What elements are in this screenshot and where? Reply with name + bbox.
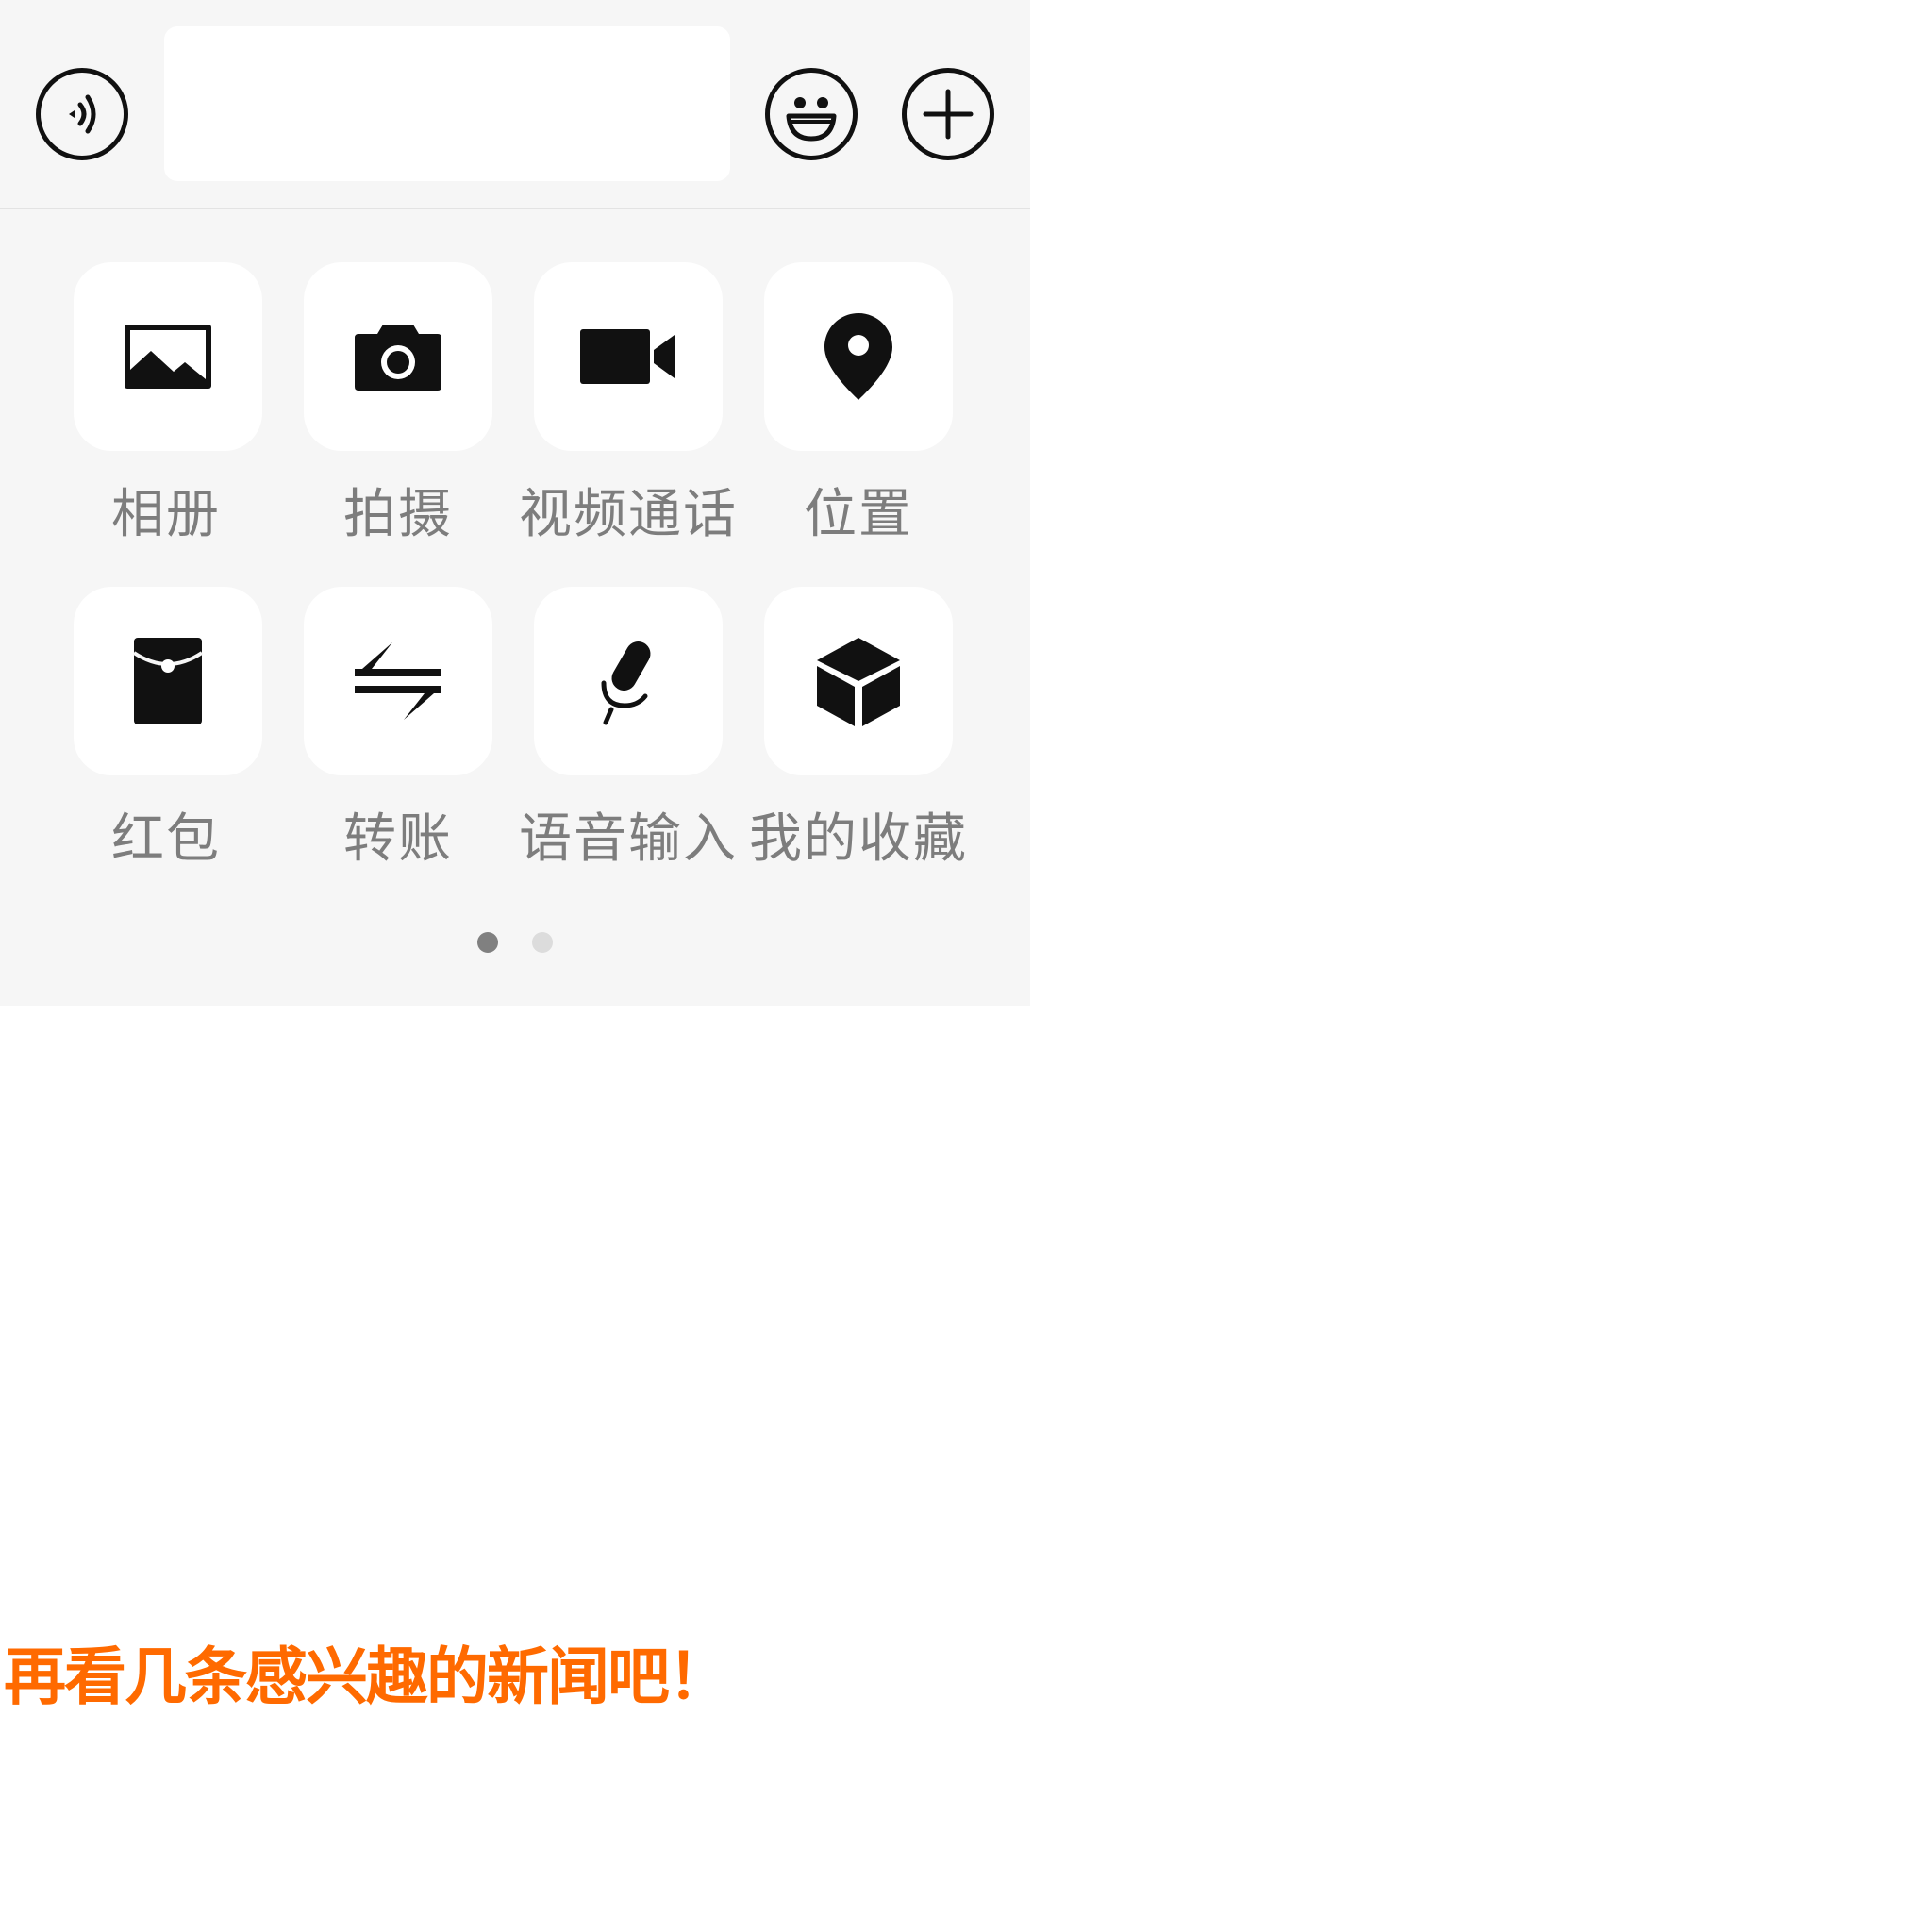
news-prompt-heading: 再看几条感兴趣的新闻吧！	[4, 1641, 730, 1713]
favorites-tile[interactable]	[764, 587, 953, 775]
voice-wave-icon	[69, 94, 96, 134]
transfer-tile[interactable]	[304, 587, 492, 775]
red-packet-icon	[132, 638, 204, 724]
red-packet-tile[interactable]	[74, 587, 262, 775]
cube-icon	[817, 638, 900, 726]
plus-icon	[923, 89, 974, 140]
more-button[interactable]	[902, 68, 994, 160]
album-tile[interactable]	[74, 262, 262, 451]
video-call-tile[interactable]	[534, 262, 723, 451]
shoot-tile[interactable]	[304, 262, 492, 451]
voice-input-label: 语音输入	[519, 808, 738, 870]
transfer-arrows-icon	[355, 642, 441, 720]
location-label: 位置	[804, 484, 913, 545]
transfer-label: 转账	[343, 808, 453, 870]
camera-icon	[355, 325, 441, 391]
album-label: 相册	[111, 484, 221, 545]
microphone-icon	[601, 641, 651, 725]
page-indicator	[0, 932, 1030, 953]
location-tile[interactable]	[764, 262, 953, 451]
emoji-button[interactable]	[765, 68, 858, 160]
voice-toggle-button[interactable]	[36, 68, 128, 160]
location-pin-icon	[824, 313, 892, 400]
chat-input-bar	[0, 0, 1030, 209]
voice-input-tile[interactable]	[534, 587, 723, 775]
chat-more-panel: 相册 拍摄 视频通话 位置 红包 转账 语音输入 我的收藏	[0, 0, 1030, 1006]
shoot-label: 拍摄	[343, 484, 453, 545]
message-input[interactable]	[164, 26, 730, 181]
video-camera-icon	[580, 329, 675, 384]
photo-album-icon	[125, 325, 211, 389]
favorites-label: 我的收藏	[749, 808, 968, 870]
video-call-label: 视频通话	[519, 484, 738, 545]
smiley-icon	[786, 97, 837, 142]
red-packet-label: 红包	[111, 808, 221, 870]
page-dot-active[interactable]	[477, 932, 498, 953]
page-dot-inactive[interactable]	[532, 932, 553, 953]
